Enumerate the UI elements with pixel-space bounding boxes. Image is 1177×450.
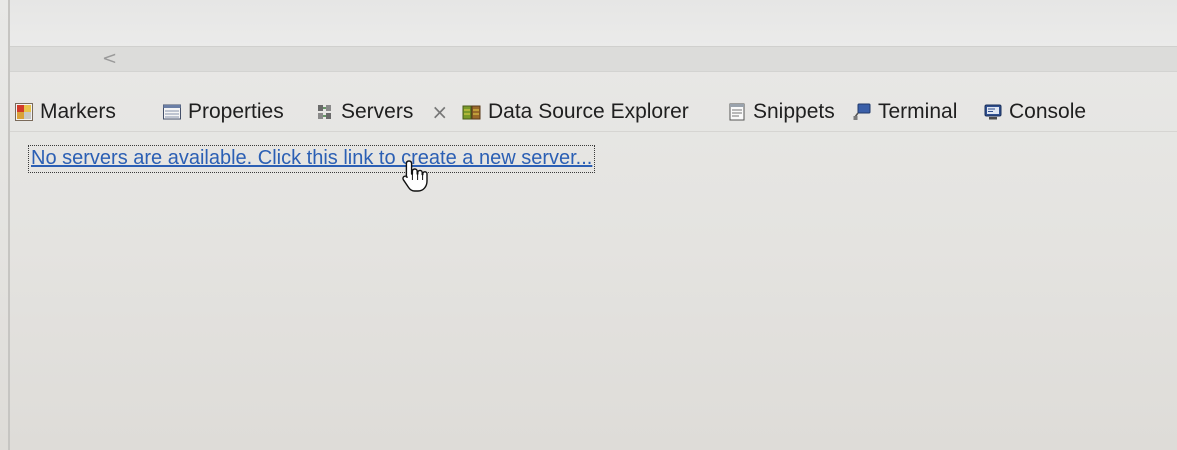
tab-markers[interactable]: Markers xyxy=(14,92,116,132)
tab-label: Markers xyxy=(40,100,116,123)
tab-servers[interactable]: Servers × xyxy=(315,92,448,132)
terminal-icon xyxy=(852,102,872,122)
hand-pointer-icon xyxy=(398,158,432,194)
create-server-link[interactable]: No servers are available. Click this lin… xyxy=(28,145,596,173)
view-tab-bar: Markers Properties Servers × Data Source… xyxy=(10,92,1177,132)
data-source-explorer-icon xyxy=(462,102,482,122)
tab-snippets[interactable]: Snippets xyxy=(727,92,835,132)
tab-label: Console xyxy=(1009,100,1087,123)
eclipse-bottom-panel: < Markers Properties Servers × Data Sour… xyxy=(0,0,1177,450)
tab-properties[interactable]: Properties xyxy=(162,92,284,132)
scroll-left-arrow[interactable]: < xyxy=(102,48,117,70)
horizontal-scrollbar[interactable]: < xyxy=(10,46,1177,72)
snippets-icon xyxy=(727,102,747,122)
tab-label: Data Source Explorer xyxy=(488,100,689,123)
markers-icon xyxy=(14,102,34,122)
editor-area xyxy=(10,0,1177,46)
tab-label: Terminal xyxy=(878,100,958,123)
tab-data-source-explorer[interactable]: Data Source Explorer xyxy=(462,92,689,132)
properties-icon xyxy=(162,102,182,122)
tab-label: Snippets xyxy=(753,100,835,123)
close-icon[interactable]: × xyxy=(431,100,448,124)
servers-view-content: No servers are available. Click this lin… xyxy=(10,133,1177,450)
console-icon xyxy=(983,102,1003,122)
tab-label: Servers xyxy=(341,100,414,123)
servers-icon xyxy=(315,102,335,122)
tab-label: Properties xyxy=(188,100,284,123)
tab-terminal[interactable]: Terminal xyxy=(852,92,957,132)
tab-console[interactable]: Console xyxy=(983,92,1086,132)
